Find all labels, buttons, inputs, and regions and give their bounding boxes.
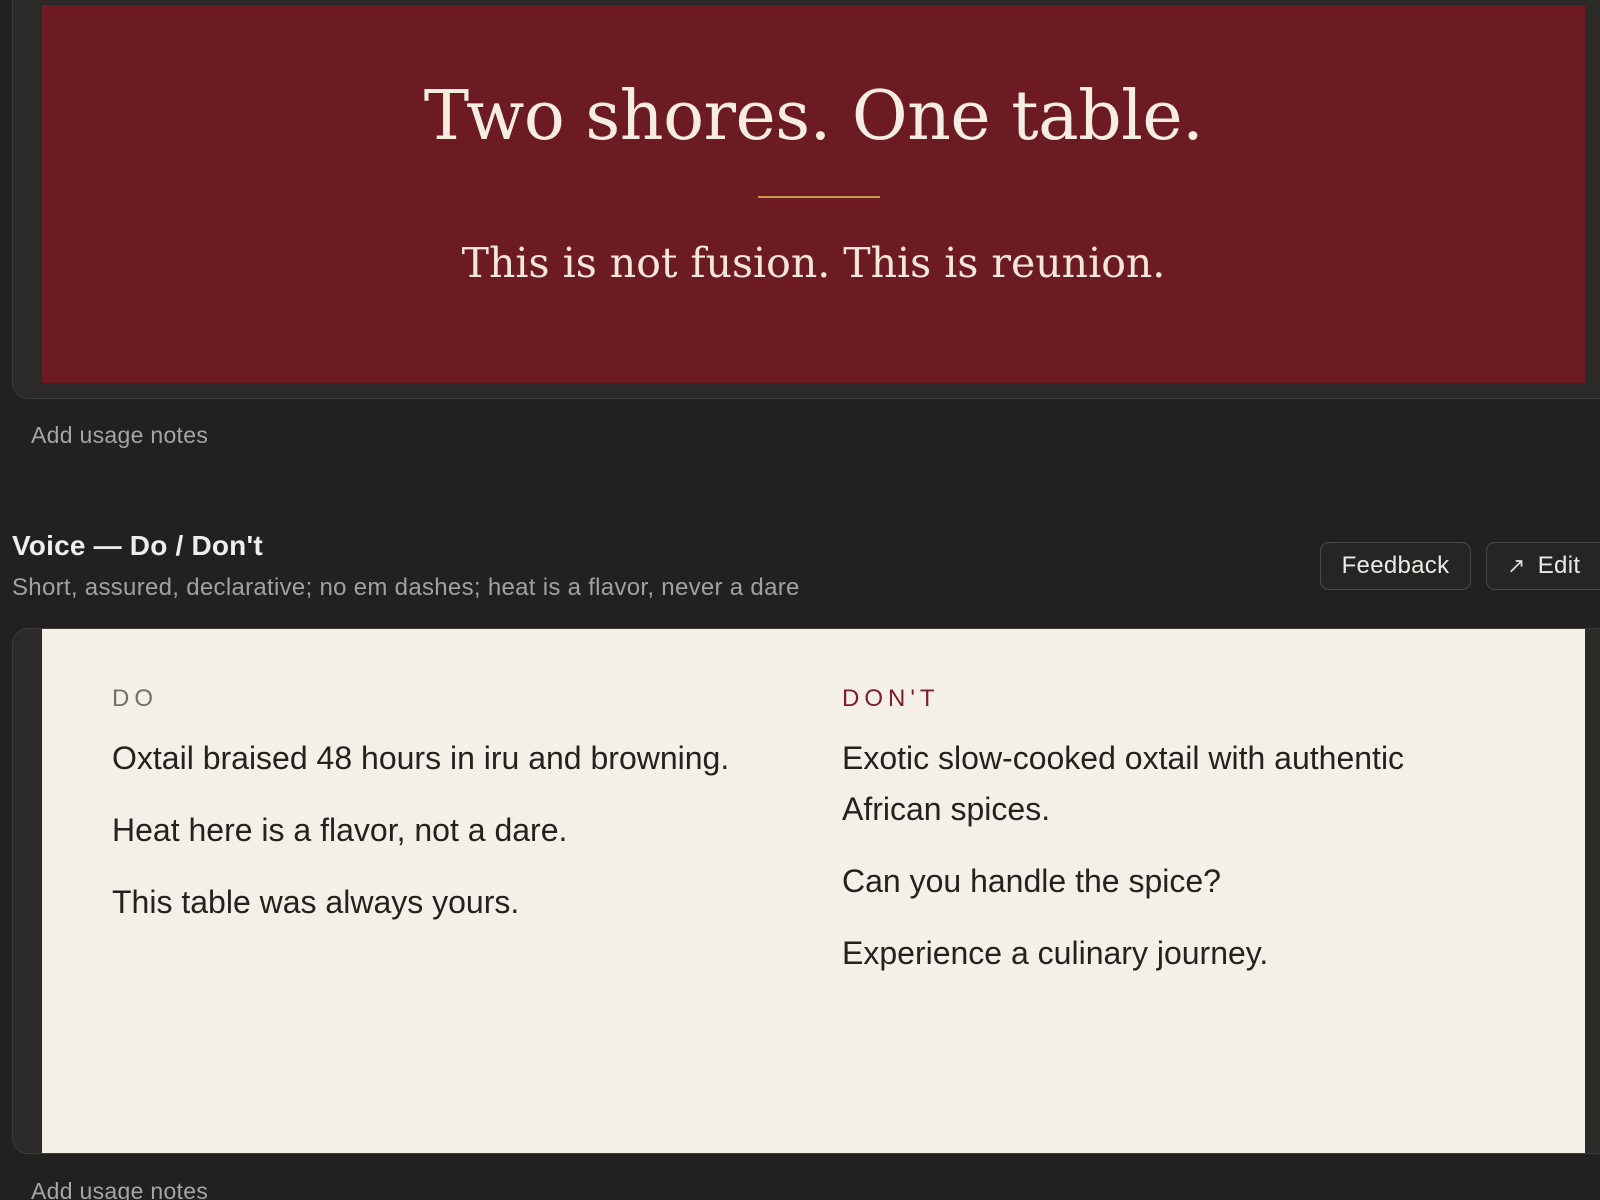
dont-item: Exotic slow-cooked oxtail with authentic… (842, 740, 1405, 827)
edit-button[interactable]: ↗ Edit (1486, 542, 1600, 590)
hero-preview: Two shores. One table. This is not fusio… (42, 5, 1585, 383)
add-usage-notes-link[interactable]: Add usage notes (31, 422, 208, 449)
dont-item: Experience a culinary journey. (842, 935, 1269, 971)
do-item: Oxtail braised 48 hours in iru and brown… (112, 740, 730, 776)
hero-subtitle: This is not fusion. This is reunion. (461, 239, 1166, 287)
voice-card: DO Oxtail braised 48 hours in iru and br… (12, 628, 1600, 1154)
do-column: DO Oxtail braised 48 hours in iru and br… (112, 687, 752, 949)
edit-button-label: Edit (1537, 552, 1581, 579)
dont-item: Can you handle the spice? (842, 863, 1221, 899)
section-description: Short, assured, declarative; no em dashe… (12, 574, 800, 601)
voice-preview: DO Oxtail braised 48 hours in iru and br… (42, 629, 1585, 1153)
do-item: This table was always yours. (112, 884, 520, 920)
do-heading: DO (112, 685, 158, 712)
dont-column: DON'T Exotic slow-cooked oxtail with aut… (842, 687, 1482, 1000)
add-usage-notes-link[interactable]: Add usage notes (31, 1178, 208, 1200)
feedback-button[interactable]: Feedback (1320, 542, 1471, 590)
hero-card: Two shores. One table. This is not fusio… (12, 0, 1600, 399)
design-system-page: Two shores. One table. This is not fusio… (0, 0, 1600, 1200)
arrow-up-right-icon: ↗ (1507, 553, 1526, 578)
hero-title: Two shores. One table. (423, 77, 1204, 156)
section-title: Voice — Do / Don't (12, 530, 263, 561)
do-item: Heat here is a flavor, not a dare. (112, 812, 568, 848)
feedback-button-label: Feedback (1341, 552, 1450, 579)
hero-divider (758, 196, 880, 198)
dont-heading: DON'T (842, 685, 940, 712)
